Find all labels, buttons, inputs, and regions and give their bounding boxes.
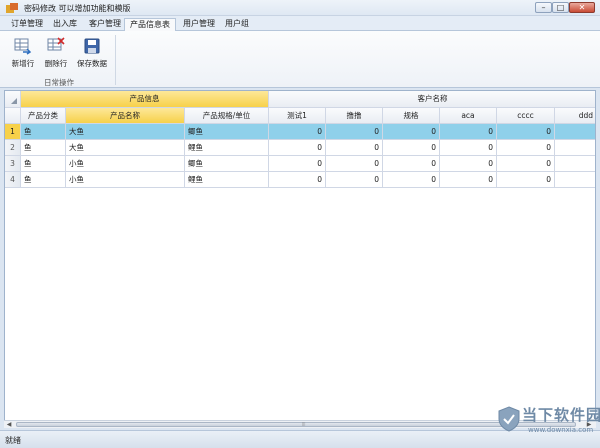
table-row[interactable]: 1 鱼 大鱼 鲫鱼 0 0 0 0 0 xyxy=(5,124,595,140)
cell-aca[interactable]: 0 xyxy=(440,156,497,172)
watermark-logo: 当下软件园 www.downxia.com xyxy=(498,404,600,446)
column-header-ddd[interactable]: ddd xyxy=(555,108,595,124)
row-number[interactable]: 3 xyxy=(5,156,21,172)
close-button[interactable]: ✕ xyxy=(569,2,595,13)
cell-test1[interactable]: 0 xyxy=(269,172,326,188)
ribbon-group-separator xyxy=(115,35,116,85)
cell-cccc[interactable]: 0 xyxy=(497,140,555,156)
delete-row-icon xyxy=(47,37,65,51)
tab-customer-management[interactable]: 客户管理 xyxy=(84,18,126,31)
tab-user-group[interactable]: 用户组 xyxy=(220,18,254,31)
cell-product-name[interactable]: 小鱼 xyxy=(66,172,185,188)
cell-ddd[interactable] xyxy=(555,156,595,172)
add-row-button[interactable]: 新增行 xyxy=(10,37,36,73)
cell-aca[interactable]: 0 xyxy=(440,124,497,140)
watermark-text: 当下软件园 xyxy=(522,406,600,424)
cell-product-name[interactable]: 小鱼 xyxy=(66,156,185,172)
add-row-label: 新增行 xyxy=(11,59,35,68)
tab-product-info[interactable]: 产品信息表 xyxy=(124,18,176,32)
cell-ddd[interactable] xyxy=(555,124,595,140)
cell-category[interactable]: 鱼 xyxy=(21,124,66,140)
table-row[interactable]: 4 鱼 小鱼 鲤鱼 0 0 0 0 0 xyxy=(5,172,595,188)
column-header-aca[interactable]: aca xyxy=(440,108,497,124)
save-data-label: 保存数据 xyxy=(77,59,107,68)
band-header-row: 产品信息 客户名称 xyxy=(5,91,595,108)
cell-cccc[interactable]: 0 xyxy=(497,124,555,140)
cell-category[interactable]: 鱼 xyxy=(21,140,66,156)
cell-test1[interactable]: 0 xyxy=(269,156,326,172)
maximize-button[interactable]: □ xyxy=(552,2,569,13)
cell-spec[interactable]: 0 xyxy=(383,124,440,140)
table-row[interactable]: 3 鱼 小鱼 鲫鱼 0 0 0 0 0 xyxy=(5,156,595,172)
save-icon xyxy=(84,38,100,54)
column-header-row: 产品分类 产品名称 产品规格/单位 测试1 撸撸 规格 aca cccc ddd xyxy=(5,108,595,124)
cell-product-name[interactable]: 大鱼 xyxy=(66,124,185,140)
cell-spec[interactable]: 0 xyxy=(383,172,440,188)
column-header-product-name[interactable]: 产品名称 xyxy=(66,108,185,124)
cell-ddd[interactable] xyxy=(555,140,595,156)
table-row[interactable]: 2 鱼 大鱼 鲤鱼 0 0 0 0 0 xyxy=(5,140,595,156)
cell-category[interactable]: 鱼 xyxy=(21,172,66,188)
column-header-lulu[interactable]: 撸撸 xyxy=(326,108,383,124)
column-header-test1[interactable]: 测试1 xyxy=(269,108,326,124)
row-number[interactable]: 4 xyxy=(5,172,21,188)
cell-aca[interactable]: 0 xyxy=(440,172,497,188)
cell-spec-unit[interactable]: 鲤鱼 xyxy=(185,140,269,156)
column-header-cccc[interactable]: cccc xyxy=(497,108,555,124)
cell-aca[interactable]: 0 xyxy=(440,140,497,156)
cell-cccc[interactable]: 0 xyxy=(497,156,555,172)
column-header-category[interactable]: 产品分类 xyxy=(21,108,66,124)
tab-user-management[interactable]: 用户管理 xyxy=(178,18,220,31)
band-product-info[interactable]: 产品信息 xyxy=(21,91,269,108)
tab-order-management[interactable]: 订单管理 xyxy=(6,18,48,31)
grid-corner[interactable] xyxy=(5,91,21,108)
cell-lulu[interactable]: 0 xyxy=(326,172,383,188)
save-data-button[interactable]: 保存数据 xyxy=(76,37,108,73)
cell-test1[interactable]: 0 xyxy=(269,140,326,156)
cell-lulu[interactable]: 0 xyxy=(326,156,383,172)
add-row-icon xyxy=(14,38,32,55)
scrollbar-thumb[interactable]: ⦙⦙⦙ xyxy=(16,422,576,428)
ribbon: 新增行 删除行 保存数据 日常操作 xyxy=(0,31,600,88)
column-header-spec[interactable]: 规格 xyxy=(383,108,440,124)
cell-ddd[interactable] xyxy=(555,172,595,188)
status-text: 就绪 xyxy=(5,436,21,445)
row-number[interactable]: 2 xyxy=(5,140,21,156)
cell-spec[interactable]: 0 xyxy=(383,140,440,156)
minimize-button[interactable]: – xyxy=(535,2,552,13)
column-header-spec-unit[interactable]: 产品规格/单位 xyxy=(185,108,269,124)
window-title: 密码修改 可以增加功能和模版 xyxy=(24,4,131,13)
watermark-url: www.downxia.com xyxy=(528,426,594,434)
cell-spec-unit[interactable]: 鲫鱼 xyxy=(185,156,269,172)
delete-row-button[interactable]: 删除行 xyxy=(43,37,69,73)
cell-cccc[interactable]: 0 xyxy=(497,172,555,188)
band-customer-name[interactable]: 客户名称 xyxy=(269,91,595,108)
cell-spec[interactable]: 0 xyxy=(383,156,440,172)
row-header-blank xyxy=(5,108,21,124)
tab-bar: 订单管理 出入库 客户管理 产品信息表 用户管理 用户组 xyxy=(0,16,600,32)
product-grid[interactable]: 产品信息 客户名称 产品分类 产品名称 产品规格/单位 测试1 撸撸 规格 ac… xyxy=(4,90,596,427)
cell-lulu[interactable]: 0 xyxy=(326,124,383,140)
cell-product-name[interactable]: 大鱼 xyxy=(66,140,185,156)
delete-row-label: 删除行 xyxy=(44,59,68,68)
ribbon-group-label: 日常操作 xyxy=(44,78,74,87)
scrollbar-grip: ⦙⦙⦙ xyxy=(302,422,306,428)
scroll-left-icon[interactable]: ◀ xyxy=(4,421,14,428)
app-icon xyxy=(6,3,18,13)
cell-spec-unit[interactable]: 鲫鱼 xyxy=(185,124,269,140)
cell-test1[interactable]: 0 xyxy=(269,124,326,140)
cell-lulu[interactable]: 0 xyxy=(326,140,383,156)
shield-logo-icon xyxy=(498,406,520,432)
cell-spec-unit[interactable]: 鲤鱼 xyxy=(185,172,269,188)
title-bar: 密码修改 可以增加功能和模版 – □ ✕ xyxy=(0,0,600,16)
tab-inventory[interactable]: 出入库 xyxy=(48,18,82,31)
cell-category[interactable]: 鱼 xyxy=(21,156,66,172)
row-number[interactable]: 1 xyxy=(5,124,21,140)
